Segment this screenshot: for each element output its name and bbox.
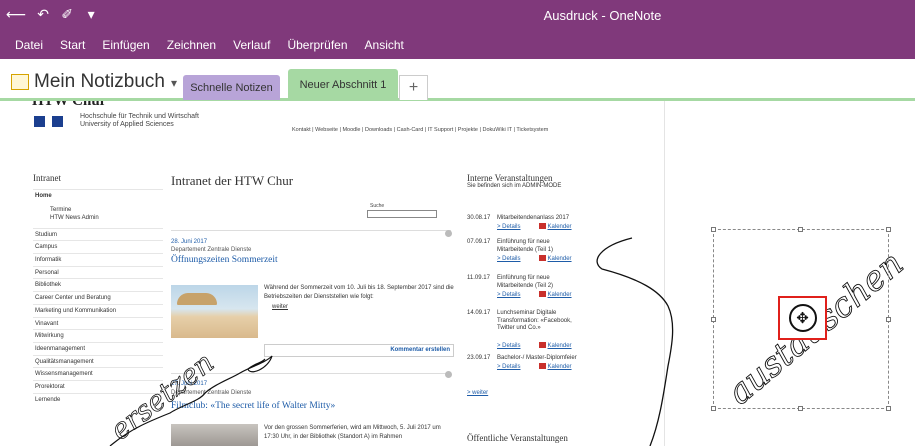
menu-ueberpruefen[interactable]: Überprüfen — [280, 38, 357, 52]
window-title: Ausdruck - OneNote — [543, 8, 662, 23]
title-bar: ⟵ ↶ ✐ ▾ Ausdruck - OneNote — [0, 0, 915, 31]
add-section-button[interactable]: + — [399, 75, 428, 100]
notebook-selector[interactable]: Mein Notizbuch ▾ — [34, 71, 177, 93]
notebook-icon — [11, 74, 29, 90]
resize-handle-tr[interactable] — [886, 227, 891, 232]
resize-handle-b[interactable] — [798, 406, 803, 411]
notebook-bar: Mein Notizbuch ▾ Schnelle Notizen Neuer A… — [0, 59, 915, 101]
resize-handle-r[interactable] — [886, 317, 891, 322]
menu-einfuegen[interactable]: Einfügen — [95, 38, 159, 52]
menu-verlauf[interactable]: Verlauf — [226, 38, 280, 52]
chevron-down-icon: ▾ — [170, 76, 177, 90]
notebook-name: Mein Notizbuch — [34, 71, 165, 92]
move-icon[interactable]: ✥ — [788, 304, 817, 332]
resize-handle-tl[interactable] — [711, 227, 716, 232]
ribbon-tabs: Datei Start Einfügen Zeichnen Verlauf Üb… — [0, 31, 915, 59]
resize-handle-t[interactable] — [798, 227, 803, 232]
ink-arrow-stroke — [596, 237, 674, 446]
resize-handle-br[interactable] — [886, 406, 891, 411]
move-handle-highlight[interactable]: ✥ — [778, 296, 827, 340]
resize-handle-l[interactable] — [711, 317, 716, 322]
menu-ansicht[interactable]: Ansicht — [358, 38, 414, 52]
menu-zeichnen[interactable]: Zeichnen — [160, 38, 226, 52]
section-tab-schnelle-notizen[interactable]: Schnelle Notizen — [183, 75, 280, 100]
resize-handle-bl[interactable] — [711, 406, 716, 411]
menu-start[interactable]: Start — [53, 38, 95, 52]
section-tab-neuer-abschnitt[interactable]: Neuer Abschnitt 1 — [288, 69, 398, 100]
menu-datei[interactable]: Datei — [8, 38, 53, 52]
